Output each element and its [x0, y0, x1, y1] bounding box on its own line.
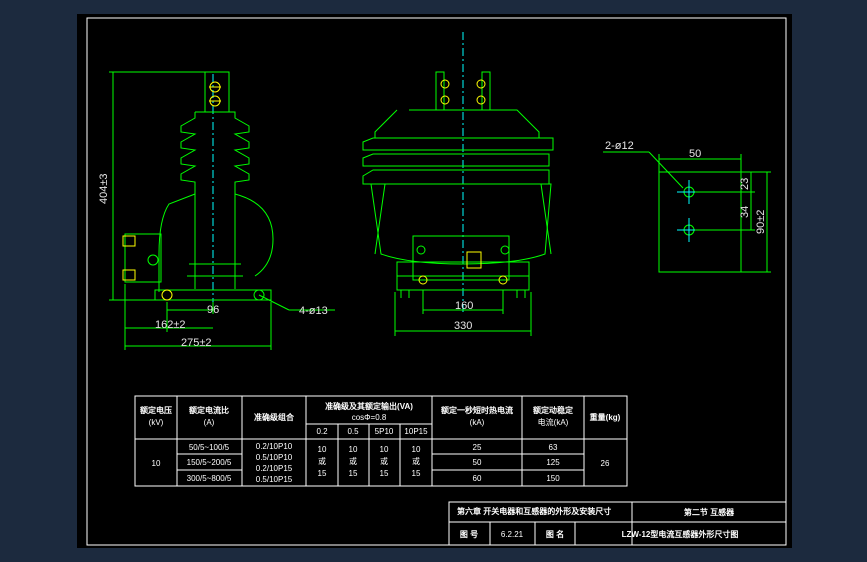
cell-10p15-top: 10 [412, 445, 421, 454]
th-rated-voltage-l2: (kV) [149, 418, 164, 427]
plate-dim-90: 90±2 [755, 210, 767, 234]
drawing-name: LZW-12型电流互感器外形尺寸图 [622, 529, 739, 539]
cell-ratio-1: 150/5~200/5 [187, 458, 232, 467]
cell-ratio-2: 300/5~800/5 [187, 474, 232, 483]
cell-05-bot: 15 [349, 469, 358, 478]
th-sub-3: 10P15 [404, 427, 428, 436]
spec-table: 额定电压 (kV) 额定电流比 (A) 准确级组合 准确级及其额定输出(VA) … [140, 401, 621, 484]
cell-combo-0: 0.2/10P10 [256, 442, 293, 451]
cell-5p10-mid: 或 [380, 456, 388, 466]
cell-5p10-bot: 15 [380, 469, 389, 478]
cell-combo-2: 0.2/10P15 [256, 464, 293, 473]
cell-10p15-mid: 或 [412, 456, 420, 466]
cell-dynamic-2: 150 [546, 474, 560, 483]
th-short-time-l2: (kA) [470, 418, 485, 427]
th-sub-2: 5P10 [375, 427, 394, 436]
cell-combo-1: 0.5/10P10 [256, 453, 293, 462]
side-height-dim: 404±3 [98, 173, 110, 204]
front-view [362, 32, 554, 336]
drawing-no: 6.2.21 [501, 530, 524, 539]
th-dynamic-l2: 电流(kA) [538, 417, 569, 427]
th-cos-phi: cosΦ=0.8 [352, 413, 387, 422]
cell-ratio-0: 50/5~100/5 [189, 443, 230, 452]
th-short-time-l1: 额定一秒短时热电流 [441, 405, 513, 415]
th-rated-ratio-l1: 额定电流比 [189, 405, 229, 415]
cell-weight: 26 [601, 459, 610, 468]
th-sub-0: 0.2 [316, 427, 328, 436]
front-dim-160: 160 [455, 300, 473, 312]
cell-5p10-top: 10 [380, 445, 389, 454]
drawing-no-label: 图 号 [460, 530, 478, 539]
th-weight: 重量(kg) [590, 412, 621, 422]
th-accuracy-combo: 准确级组合 [254, 412, 295, 422]
front-dim-330: 330 [454, 320, 472, 332]
cell-voltage: 10 [152, 459, 161, 468]
cell-05-top: 10 [349, 445, 358, 454]
th-sub-1: 0.5 [347, 427, 359, 436]
cell-thermal-2: 60 [473, 474, 482, 483]
side-dim-275: 275±2 [181, 337, 212, 349]
drawing-sheet: 404±3 96 162±2 275±2 4-ø13 160 330 2-ø12… [77, 14, 792, 548]
th-accuracy-output: 准确级及其额定输出(VA) [325, 401, 413, 411]
cell-05-mid: 或 [349, 456, 357, 466]
cell-02-mid: 或 [318, 456, 326, 466]
cad-drawing: 404±3 96 162±2 275±2 4-ø13 160 330 2-ø12… [86, 17, 787, 546]
th-rated-ratio-l2: (A) [204, 418, 215, 427]
side-hole-note: 4-ø13 [299, 305, 328, 317]
th-dynamic-l1: 额定动稳定 [533, 405, 573, 415]
plate-dim-23: 23 [739, 178, 751, 190]
side-dim-96: 96 [207, 304, 219, 316]
cell-10p15-bot: 15 [412, 469, 421, 478]
drawing-name-label: 图 名 [546, 529, 564, 539]
cell-02-top: 10 [318, 445, 327, 454]
side-dim-162: 162±2 [155, 319, 186, 331]
cell-dynamic-0: 63 [549, 443, 558, 452]
section-title: 第二节 互感器 [684, 507, 735, 517]
cell-thermal-0: 25 [473, 443, 482, 452]
cell-thermal-1: 50 [473, 458, 482, 467]
cell-02-bot: 15 [318, 469, 327, 478]
cell-combo-3: 0.5/10P15 [256, 475, 293, 484]
plate-dim-50: 50 [689, 148, 701, 160]
cell-dynamic-1: 125 [546, 458, 560, 467]
plate-dim-34: 34 [739, 206, 751, 218]
th-rated-voltage-l1: 额定电压 [140, 405, 172, 415]
chapter-title: 第六章 开关电器和互感器的外形及安装尺寸 [457, 506, 611, 516]
plate-hole-note: 2-ø12 [605, 140, 634, 152]
